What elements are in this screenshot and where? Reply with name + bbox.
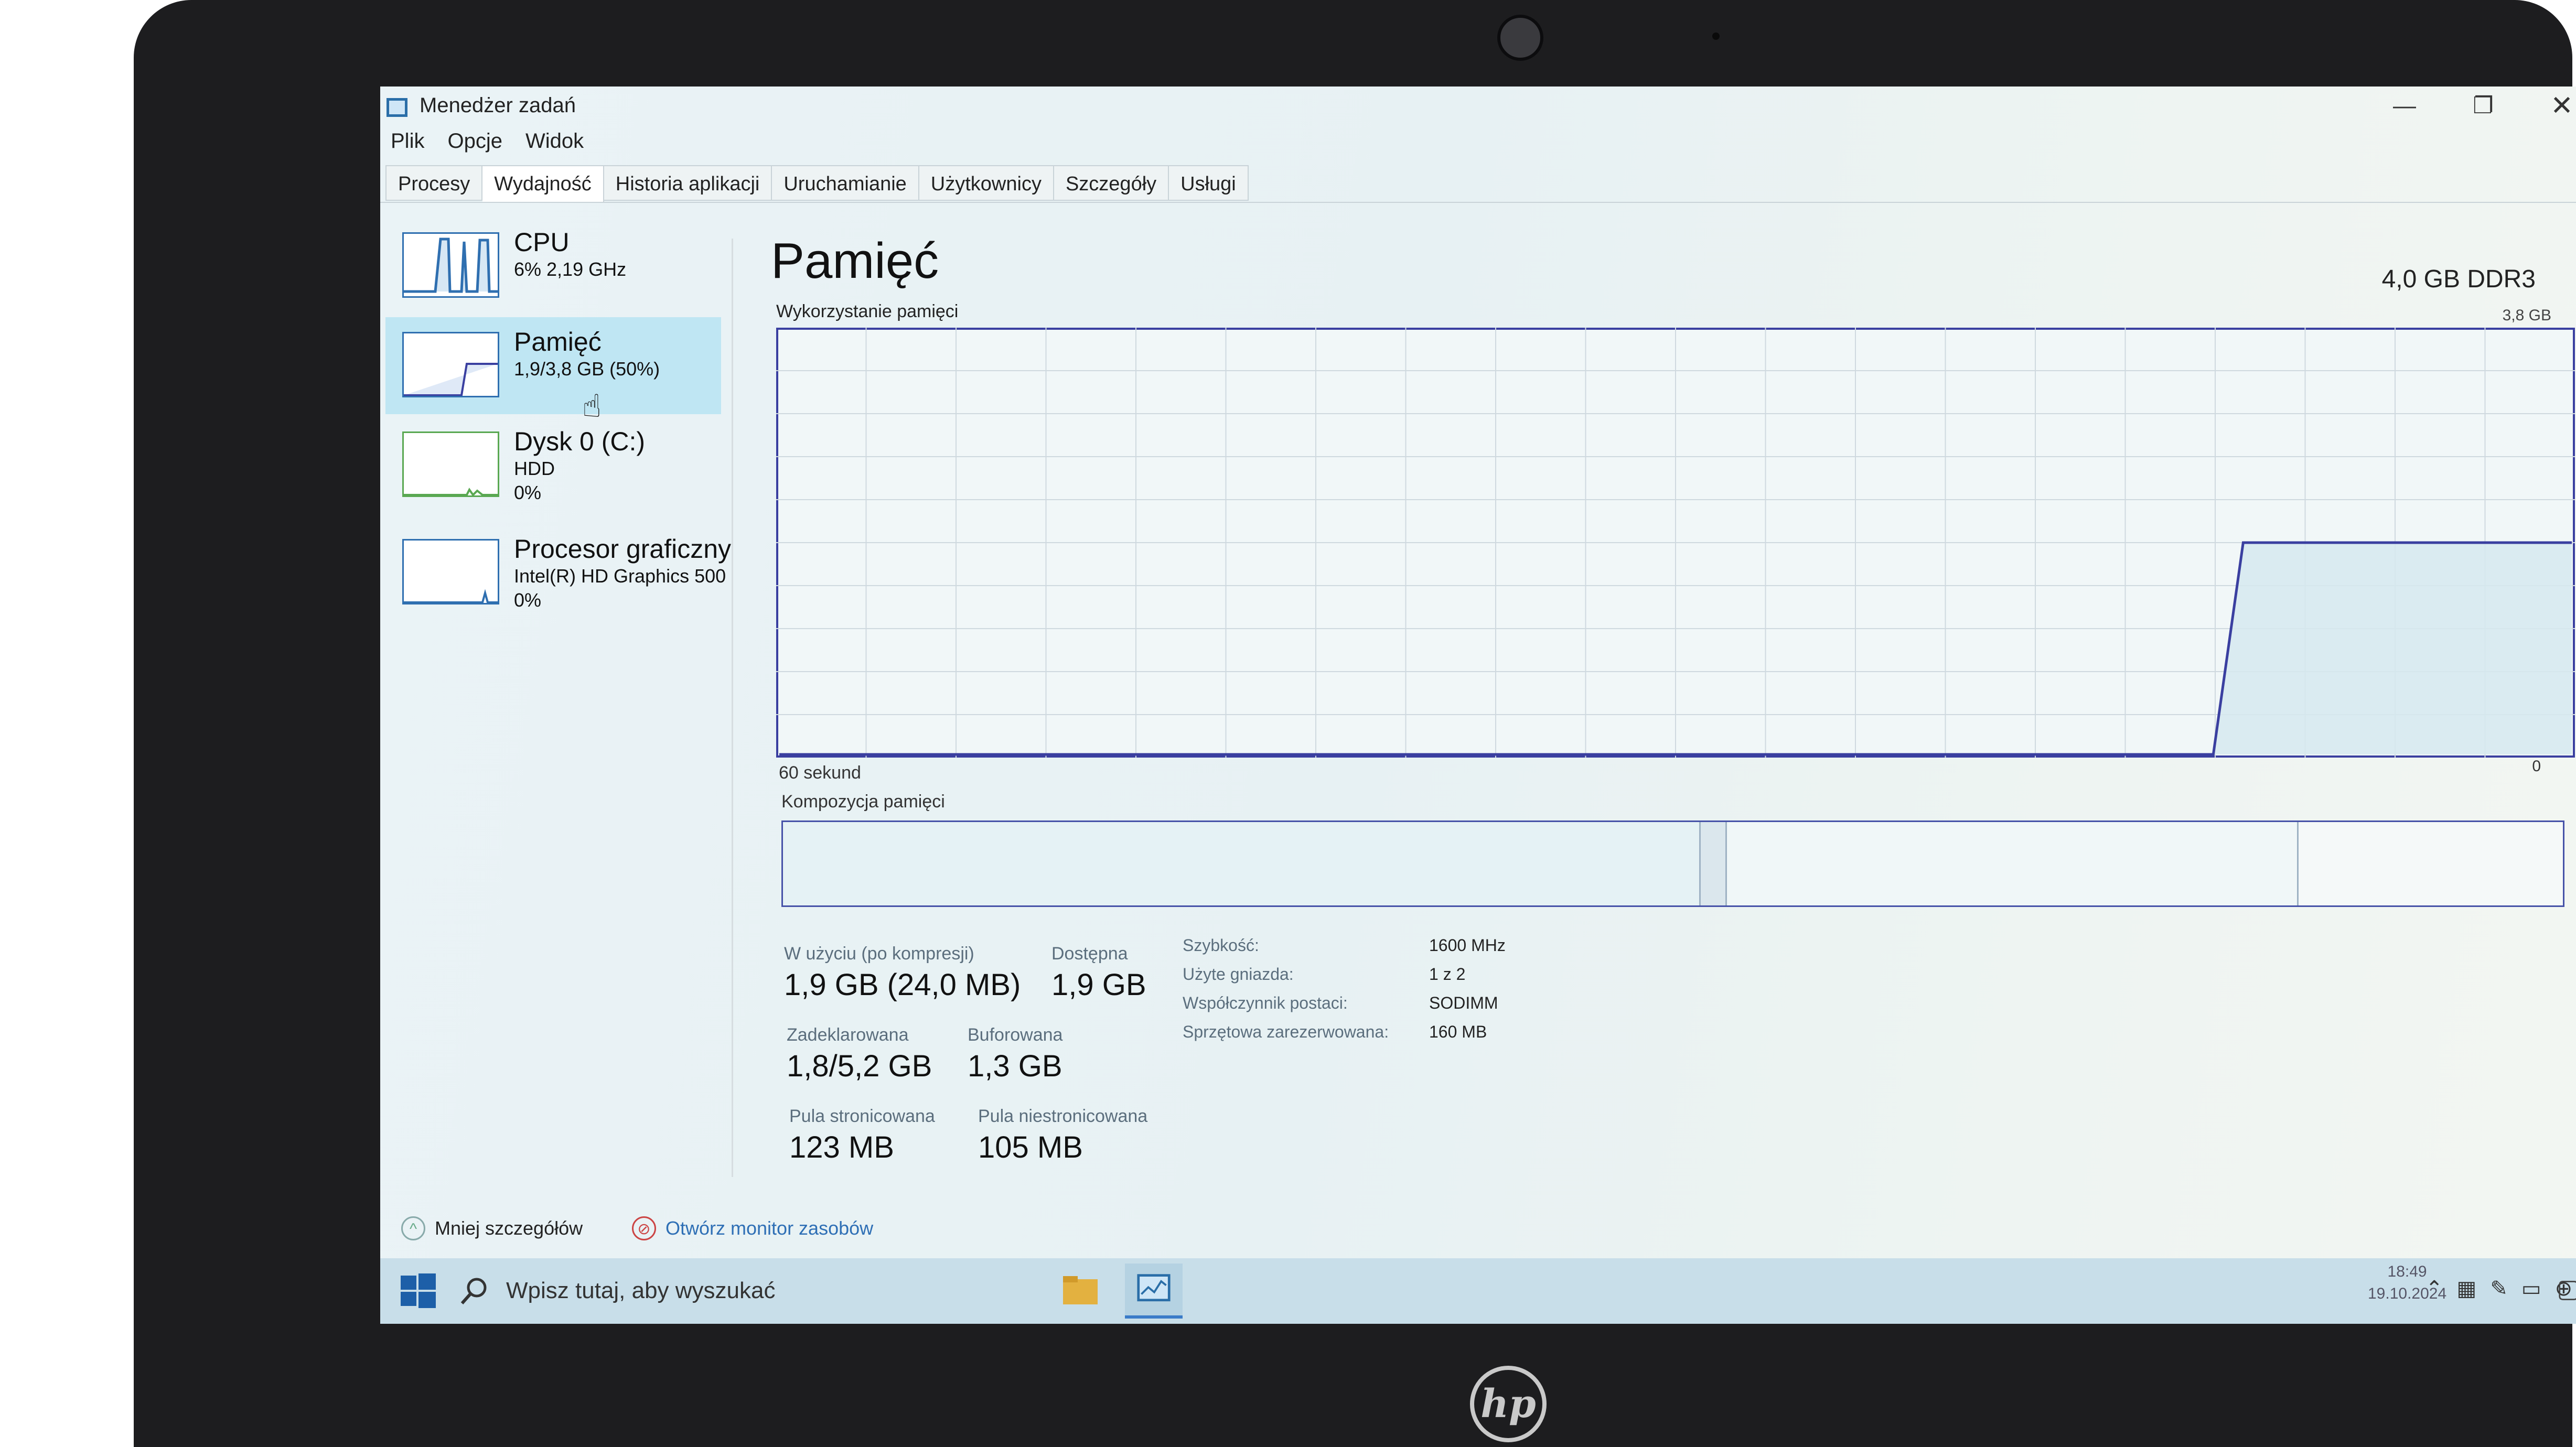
memory-composition-label: Kompozycja pamięci [781, 792, 945, 812]
sidebar-item-cpu[interactable]: CPU 6% 2,19 GHz [385, 218, 721, 315]
task-manager-taskbar-icon[interactable] [1125, 1264, 1183, 1319]
chevron-up-icon: ^ [401, 1216, 425, 1240]
composition-standby [1727, 822, 2299, 905]
system-tray: ⌃ ▦ ✎ ▭ ⊕ 🔈 [2425, 1277, 2576, 1301]
cached-value: 1,3 GB [968, 1049, 1062, 1083]
in-use-label: W użyciu (po kompresji) [784, 944, 974, 964]
tab-app-history[interactable]: Historia aplikacji [604, 165, 772, 201]
sidebar-item-gpu[interactable]: Procesor graficzny Intel(R) HD Graphics … [385, 524, 731, 621]
gpu-thumbnail-graph [402, 539, 499, 604]
sidebar-item-disk[interactable]: Dysk 0 (C:) HDD 0% [385, 417, 721, 514]
clock[interactable]: 18:49 19.10.2024 [2368, 1261, 2446, 1305]
performance-sidebar: CPU 6% 2,19 GHz Pamięć 1,9/3,8 GB (50%) … [385, 218, 731, 1214]
menu-options[interactable]: Opcje [447, 129, 502, 161]
graph-axis-time-label: 60 sekund [779, 763, 861, 783]
memory-composition-bar [781, 820, 2564, 907]
sidebar-disk-usage: 0% [514, 482, 542, 503]
slots-label: Użyte gniazda: [1183, 965, 1294, 984]
fewer-details-button[interactable]: ^ Mniej szczegółów [401, 1216, 583, 1240]
sidebar-gpu-title: Procesor graficzny [514, 534, 732, 564]
menu-bar: Plik Opcje Widok [391, 129, 584, 161]
committed-label: Zadeklarowana [787, 1025, 909, 1045]
memory-usage-graph [776, 328, 2575, 758]
tab-services[interactable]: Usługi [1169, 165, 1249, 201]
memory-usage-label: Wykorzystanie pamięci [776, 301, 959, 321]
sidebar-gpu-sub: Intel(R) HD Graphics 500 [514, 565, 726, 587]
tab-users[interactable]: Użytkownicy [919, 165, 1054, 201]
memory-type: 4,0 GB DDR3 [2381, 265, 2536, 293]
pen-icon[interactable]: ✎ [2490, 1277, 2508, 1301]
clock-time: 18:49 [2387, 1263, 2427, 1280]
disk-thumbnail-graph [402, 431, 499, 497]
nonpaged-pool-label: Pula niestronicowana [978, 1106, 1148, 1126]
hardware-reserved-label: Sprzętowa zarezerwowana: [1183, 1022, 1389, 1041]
tab-startup[interactable]: Uruchamianie [772, 165, 919, 201]
file-explorer-icon[interactable] [1051, 1264, 1109, 1319]
sidebar-memory-sub: 1,9/3,8 GB (50%) [514, 358, 660, 380]
graph-axis-min-label: 0 [2532, 758, 2541, 775]
sidebar-item-memory[interactable]: Pamięć 1,9/3,8 GB (50%) ☝ [385, 317, 721, 424]
slots-value: 1 z 2 [1429, 965, 1466, 984]
clock-date: 19.10.2024 [2368, 1285, 2447, 1302]
menu-file[interactable]: Plik [391, 129, 424, 161]
committed-value: 1,8/5,2 GB [787, 1049, 932, 1083]
windows-start-icon[interactable] [399, 1271, 438, 1311]
sidebar-cpu-sub: 6% 2,19 GHz [514, 258, 627, 280]
task-manager-icon [387, 98, 407, 117]
sidebar-disk-title: Dysk 0 (C:) [514, 427, 645, 456]
tray-app-icon[interactable]: ▦ [2457, 1277, 2477, 1301]
in-use-value: 1,9 GB (24,0 MB) [784, 968, 1021, 1002]
sidebar-disk-sub: HDD [514, 458, 555, 479]
tab-details[interactable]: Szczegóły [1054, 165, 1169, 201]
search-placeholder: Wpisz tutaj, aby wyszukać [506, 1278, 776, 1303]
screen: Menedżer zadań — ❐ ✕ Plik Opcje Widok Pr… [380, 87, 2576, 1324]
speed-label: Szybkość: [1183, 936, 1259, 955]
notification-icon[interactable]: ▢ [2557, 1274, 2576, 1303]
page-title: Pamięć [771, 233, 939, 289]
sidebar-cpu-title: CPU [514, 228, 570, 257]
nonpaged-pool-value: 105 MB [978, 1130, 1083, 1164]
composition-in-use [783, 822, 1701, 905]
memory-usage-max: 3,8 GB [2502, 307, 2551, 324]
memory-thumbnail-graph [402, 332, 499, 397]
taskbar-search-box[interactable]: Wpisz tutaj, aby wyszukać [459, 1265, 1088, 1317]
restore-button[interactable]: ❐ [2452, 88, 2515, 124]
taskbar: Wpisz tutaj, aby wyszukać ⌃ ▦ ✎ ▭ ⊕ 🔈 18… [380, 1258, 2576, 1324]
battery-icon[interactable]: ▭ [2521, 1277, 2541, 1301]
laptop-bezel: hp Menedżer zadań — ❐ ✕ Plik Opcje Widok… [134, 0, 2576, 1447]
hardware-reserved-value: 160 MB [1429, 1022, 1487, 1041]
paged-pool-value: 123 MB [789, 1130, 894, 1164]
close-button[interactable]: ✕ [2530, 88, 2576, 124]
speed-value: 1600 MHz [1429, 936, 1506, 955]
composition-modified [1701, 822, 1727, 905]
menu-view[interactable]: Widok [525, 129, 584, 161]
tab-performance[interactable]: Wydajność [482, 165, 604, 203]
window-title: Menedżer zadań [420, 94, 576, 117]
tab-strip: Procesy Wydajność Historia aplikacji Uru… [385, 165, 1249, 203]
open-resource-monitor-link[interactable]: ⊘ Otwórz monitor zasobów [632, 1216, 873, 1240]
composition-free [2299, 822, 2563, 905]
available-label: Dostępna [1051, 944, 1128, 964]
webcam-led [1712, 33, 1720, 40]
webcam [1497, 15, 1543, 61]
sidebar-divider [732, 239, 733, 1177]
fewer-details-label: Mniej szczegółów [435, 1217, 583, 1239]
open-resource-monitor-label: Otwórz monitor zasobów [666, 1217, 874, 1239]
cpu-thumbnail-graph [402, 232, 499, 298]
cached-label: Buforowana [968, 1025, 1063, 1045]
tab-processes[interactable]: Procesy [385, 165, 483, 201]
available-value: 1,9 GB [1051, 968, 1146, 1002]
minimize-button[interactable]: — [2373, 88, 2436, 124]
form-factor-label: Współczynnik postaci: [1183, 994, 1348, 1012]
form-factor-value: SODIMM [1429, 994, 1498, 1012]
paged-pool-label: Pula stronicowana [789, 1106, 935, 1126]
hp-logo: hp [1470, 1366, 1547, 1442]
sidebar-gpu-usage: 0% [514, 589, 542, 611]
title-bar: Menedżer zadań — ❐ ✕ [380, 87, 2576, 127]
sidebar-memory-title: Pamięć [514, 327, 602, 357]
search-icon [460, 1278, 487, 1304]
resource-monitor-icon: ⊘ [632, 1216, 656, 1240]
tab-divider [380, 202, 2576, 203]
